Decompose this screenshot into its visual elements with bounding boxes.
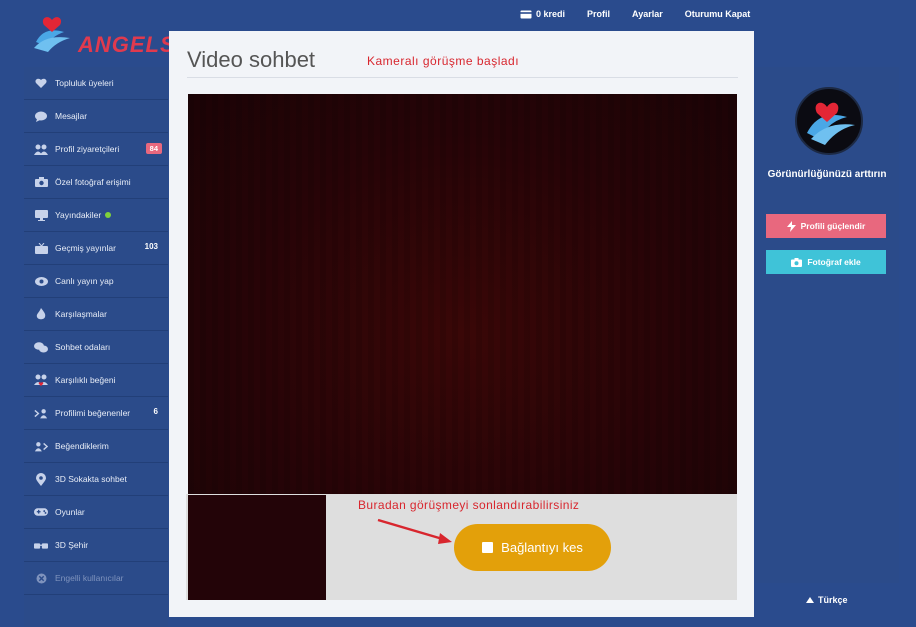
liked-me-icon: [34, 406, 48, 420]
sidebar-item-label: Geçmiş yayınlar: [55, 243, 116, 253]
sidebar-item-label: Oyunlar: [55, 507, 85, 517]
sidebar-item-chat-bubble[interactable]: Mesajlar: [24, 100, 168, 133]
sidebar-item-gamepad[interactable]: Oyunlar: [24, 496, 168, 529]
caret-up-icon: [806, 597, 814, 603]
sidebar-item-chat-bubbles[interactable]: Sohbet odaları: [24, 331, 168, 364]
sidebar-item-label: 3D Sokakta sohbet: [55, 474, 127, 484]
sidebar-item-liked-me[interactable]: Profilimi beğenenler 6: [24, 397, 168, 430]
language-label: Türkçe: [818, 595, 848, 605]
sidebar-item-users[interactable]: Profil ziyaretçileri 84: [24, 133, 168, 166]
item-count: 103: [144, 242, 158, 251]
visibility-panel: Görünürlüğünüzü arttırın Profili güçlend…: [755, 67, 899, 583]
visibility-heading: Görünürlüğünüzü arttırın: [767, 169, 887, 180]
sidebar-item-label: 3D Şehir: [55, 540, 89, 550]
sidebar-item-label: Mesajlar: [55, 111, 88, 121]
logout-link[interactable]: Oturumu Kapat: [685, 9, 751, 19]
remote-video-view: [188, 94, 737, 494]
sidebar-item-flame[interactable]: Karşılaşmalar: [24, 298, 168, 331]
video-chat-panel: Video sohbet Kameralı görüşme başladı Bu…: [169, 31, 754, 617]
sidebar-item-label: Engelli kullanıcılar: [55, 573, 124, 583]
sidebar-item-label: Sohbet odaları: [55, 342, 111, 352]
disconnect-hint-text: Buradan görüşmeyi sonlandırabilirsiniz: [358, 498, 580, 512]
sidebar-item-eye[interactable]: Canlı yayın yap: [24, 265, 168, 298]
online-status-dot: [105, 212, 112, 218]
chat-bubbles-icon: [34, 340, 48, 354]
site-logo[interactable]: ANGELS: [30, 12, 175, 58]
lightning-icon: [786, 220, 796, 232]
sidebar-item-label: Profilimi beğenenler: [55, 408, 131, 418]
avatar-logo-icon: [807, 102, 855, 145]
chat-bubble-icon: [34, 109, 48, 123]
credits-label: 0 kredi: [536, 9, 566, 19]
stop-icon: [482, 542, 494, 553]
top-nav: 0 kredi Profil Ayarlar Oturumu Kapat: [520, 0, 750, 28]
call-controls-area: Buradan görüşmeyi sonlandırabilirsiniz B…: [186, 494, 737, 600]
flame-icon: [34, 307, 48, 321]
settings-link[interactable]: Ayarlar: [632, 9, 663, 19]
sidebar-item-label: Yayındakiler: [55, 210, 102, 220]
users-icon: [34, 142, 48, 156]
sidebar-item-label: Profil ziyaretçileri: [55, 144, 120, 154]
heart-icon: [34, 76, 48, 90]
credit-card-icon: [520, 10, 532, 19]
gamepad-icon: [34, 505, 48, 519]
sidebar-item-label: Karşılaşmalar: [55, 309, 107, 319]
mutual-like-icon: [34, 373, 48, 387]
tv-icon: [34, 241, 48, 255]
sidebar-item-blocked[interactable]: Engelli kullanıcılar: [24, 562, 168, 595]
language-selector[interactable]: Türkçe: [806, 595, 848, 605]
sidebar-item-label: Topluluk üyeleri: [55, 78, 114, 88]
page-title: Video sohbet: [187, 47, 316, 72]
title-divider: [187, 77, 738, 78]
self-camera-preview: [188, 495, 326, 600]
call-status-text: Kameralı görüşme başladı: [367, 54, 520, 68]
sidebar-item-heart[interactable]: Topluluk üyeleri: [24, 67, 168, 100]
sidebar-menu: Topluluk üyeleri Mesajlar Profil ziyaretçi…: [24, 67, 168, 627]
sidebar-item-map-pin[interactable]: 3D Sokakta sohbet: [24, 463, 168, 496]
profile-link[interactable]: Profil: [587, 9, 610, 19]
sidebar-item-monitor[interactable]: Yayındakiler: [24, 199, 168, 232]
blocked-icon: [34, 571, 48, 585]
visitor-count-badge: 84: [145, 143, 162, 154]
sidebar-item-label: Canlı yayın yap: [55, 276, 114, 286]
disconnect-button[interactable]: Bağlantıyı kes: [454, 524, 611, 571]
item-count: 6: [153, 407, 158, 416]
3d-glasses-icon: [34, 538, 48, 552]
monitor-icon: [34, 208, 48, 222]
sidebar-item-my-likes[interactable]: Beğendiklerim: [24, 430, 168, 463]
add-photo-button[interactable]: Fotoğraf ekle: [766, 250, 886, 274]
camera-icon: [791, 257, 803, 267]
sidebar-item-mutual-like[interactable]: Karşılıklı beğeni: [24, 364, 168, 397]
boost-profile-label: Profili güçlendir: [800, 221, 866, 231]
sidebar-item-label: Beğendiklerim: [55, 441, 109, 451]
credits-link[interactable]: 0 kredi: [520, 9, 565, 19]
sidebar-item-camera[interactable]: Özel fotoğraf erişimi: [24, 166, 168, 199]
avatar[interactable]: [795, 87, 863, 155]
sidebar-item-label: Karşılıklı beğeni: [55, 375, 116, 385]
add-photo-label: Fotoğraf ekle: [807, 257, 861, 267]
my-likes-icon: [34, 439, 48, 453]
map-pin-icon: [34, 472, 48, 486]
logo-text: ANGELS: [78, 32, 176, 57]
boost-profile-button[interactable]: Profili güçlendir: [766, 214, 886, 238]
eye-icon: [34, 274, 48, 288]
hint-arrow-icon: [377, 518, 452, 544]
sidebar-item-tv[interactable]: Geçmiş yayınlar 103: [24, 232, 168, 265]
sidebar-item-3d-glasses[interactable]: 3D Şehir: [24, 529, 168, 562]
camera-icon: [34, 175, 48, 189]
sidebar-item-label: Özel fotoğraf erişimi: [55, 177, 131, 187]
disconnect-label: Bağlantıyı kes: [501, 540, 583, 555]
